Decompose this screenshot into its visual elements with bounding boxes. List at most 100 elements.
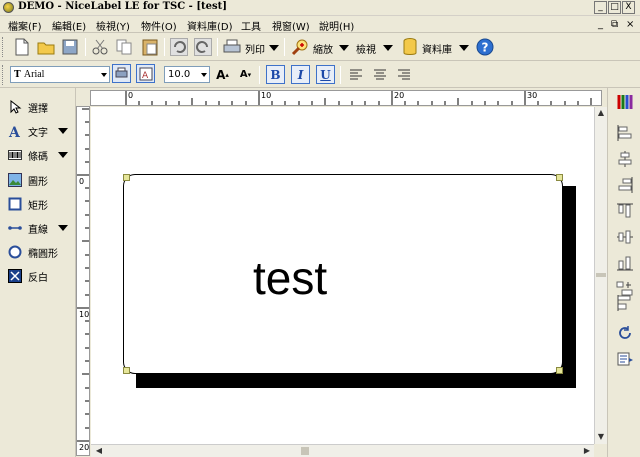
tool-graphic[interactable]: 圖形: [8, 172, 74, 188]
align-vertical-center-icon[interactable]: [616, 228, 634, 246]
tool-barcode[interactable]: 條碼: [8, 147, 74, 163]
print-dropdown-arrow-icon[interactable]: [269, 45, 279, 51]
align-right-icon[interactable]: [394, 65, 413, 84]
align-right-edges-icon[interactable]: [616, 176, 634, 194]
menu-bar: 檔案(F) 編輯(E) 檢視(Y) 物件(O) 資料庫(D) 工具 視窗(W) …: [0, 16, 640, 33]
rotate-icon[interactable]: [616, 324, 634, 342]
arrow-up-icon: ▴: [225, 70, 229, 79]
scroll-down-arrow-icon[interactable]: ▼: [595, 432, 607, 441]
line-dropdown-arrow-icon[interactable]: [58, 225, 68, 231]
tool-rectangle[interactable]: 矩形: [8, 196, 74, 212]
close-button[interactable]: X: [622, 1, 635, 14]
zoom-dropdown-arrow-icon[interactable]: [339, 45, 349, 51]
vertical-ruler: 0 10 20: [76, 106, 90, 456]
doc-minimize-button[interactable]: _: [598, 19, 603, 30]
doc-close-button[interactable]: ×: [626, 19, 634, 30]
scroll-up-arrow-icon[interactable]: ▲: [595, 108, 607, 117]
menu-tools[interactable]: 工具: [241, 18, 261, 33]
svg-text:?: ?: [482, 41, 489, 55]
menu-help[interactable]: 說明(H): [319, 18, 354, 33]
database-button[interactable]: 資料庫: [422, 41, 452, 56]
save-icon[interactable]: [60, 37, 80, 57]
open-folder-icon[interactable]: [36, 37, 56, 57]
maximize-button[interactable]: □: [608, 1, 621, 14]
copy-icon[interactable]: [114, 37, 134, 57]
align-horizontal-center-icon[interactable]: [616, 150, 634, 168]
svg-text:A: A: [8, 125, 21, 138]
scroll-left-arrow-icon[interactable]: ◀: [93, 446, 105, 455]
pointer-icon: [10, 100, 22, 114]
scrollbar-thumb[interactable]: [301, 447, 309, 455]
menu-object[interactable]: 物件(O): [141, 18, 177, 33]
colors-pencils-icon[interactable]: [616, 93, 634, 111]
view-button[interactable]: 檢視: [356, 41, 376, 56]
label-corner-handle[interactable]: [123, 367, 130, 374]
printer-font-icon[interactable]: [112, 64, 131, 83]
barcode-dropdown-arrow-icon[interactable]: [58, 152, 68, 158]
toolbar-separator: [259, 66, 260, 84]
distribute-vertical-icon[interactable]: [616, 294, 634, 312]
font-size-combo[interactable]: 10.0: [164, 66, 210, 83]
font-size-dropdown-icon[interactable]: [201, 73, 207, 77]
bold-button[interactable]: B: [266, 65, 285, 84]
tool-graphic-label: 圖形: [28, 177, 48, 188]
label-corner-handle[interactable]: [556, 367, 563, 374]
align-center-icon[interactable]: [370, 65, 389, 84]
scrollbar-thumb[interactable]: [596, 273, 606, 277]
align-left-icon[interactable]: [346, 65, 365, 84]
align-left-edges-icon[interactable]: [616, 124, 634, 142]
undo-icon[interactable]: [169, 37, 189, 57]
tool-inverse[interactable]: 反白: [8, 268, 74, 284]
tool-line[interactable]: 直線: [8, 220, 74, 236]
properties-icon[interactable]: [616, 350, 634, 368]
tool-line-label: 直線: [28, 225, 48, 236]
print-button[interactable]: 列印: [245, 41, 265, 56]
new-file-icon[interactable]: [12, 37, 32, 57]
paste-icon[interactable]: [140, 37, 160, 57]
tool-ellipse[interactable]: 橢圓形: [8, 244, 74, 260]
toolbar-grip[interactable]: [2, 37, 5, 57]
picture-icon: [8, 173, 22, 187]
decrease-font-button[interactable]: A ▾: [236, 65, 255, 84]
tool-select[interactable]: 選擇: [8, 99, 74, 115]
align-bottom-edges-icon[interactable]: [616, 254, 634, 272]
format-toolbar: T Arial A 10.0 A ▴ A ▾ B I U: [0, 61, 640, 88]
font-size-value: 10.0: [168, 69, 191, 80]
underline-button[interactable]: U: [316, 65, 335, 84]
standard-toolbar: 列印 縮放 檢視 資料庫 ?: [0, 33, 640, 61]
view-dropdown-arrow-icon[interactable]: [383, 45, 393, 51]
label-card[interactable]: [123, 174, 563, 374]
ellipse-icon: [8, 245, 22, 259]
zoom-magnifier-icon[interactable]: [290, 37, 310, 57]
graphic-font-icon[interactable]: A: [136, 64, 155, 83]
minimize-button[interactable]: _: [594, 1, 607, 14]
horizontal-scrollbar[interactable]: ◀ ▶: [91, 444, 594, 457]
help-icon[interactable]: ?: [475, 37, 495, 57]
font-name-combo[interactable]: T Arial: [10, 66, 110, 83]
database-icon[interactable]: [400, 37, 420, 57]
menu-window[interactable]: 視窗(W): [272, 18, 310, 33]
label-corner-handle[interactable]: [556, 174, 563, 181]
menu-database[interactable]: 資料庫(D): [187, 18, 233, 33]
align-top-edges-icon[interactable]: [616, 202, 634, 220]
vertical-scrollbar[interactable]: ▲ ▼: [594, 107, 607, 444]
doc-restore-button[interactable]: ⧉: [611, 19, 618, 30]
font-name-dropdown-icon[interactable]: [101, 73, 107, 77]
text-dropdown-arrow-icon[interactable]: [58, 128, 68, 134]
label-text-object[interactable]: test: [253, 250, 327, 306]
menu-view[interactable]: 檢視(Y): [96, 18, 130, 33]
cut-icon[interactable]: [90, 37, 110, 57]
label-corner-handle[interactable]: [123, 174, 130, 181]
menu-file[interactable]: 檔案(F): [8, 18, 42, 33]
increase-font-button[interactable]: A ▴: [213, 65, 232, 84]
italic-button[interactable]: I: [291, 65, 310, 84]
tool-text-label: 文字: [28, 128, 48, 139]
tool-text[interactable]: A 文字: [8, 123, 74, 139]
toolbar-grip[interactable]: [2, 65, 5, 85]
printer-icon[interactable]: [222, 37, 242, 57]
zoom-button[interactable]: 縮放: [313, 41, 333, 56]
database-dropdown-arrow-icon[interactable]: [459, 45, 469, 51]
redo-icon[interactable]: [193, 37, 213, 57]
menu-edit[interactable]: 編輯(E): [52, 18, 86, 33]
scroll-right-arrow-icon[interactable]: ▶: [581, 446, 593, 455]
